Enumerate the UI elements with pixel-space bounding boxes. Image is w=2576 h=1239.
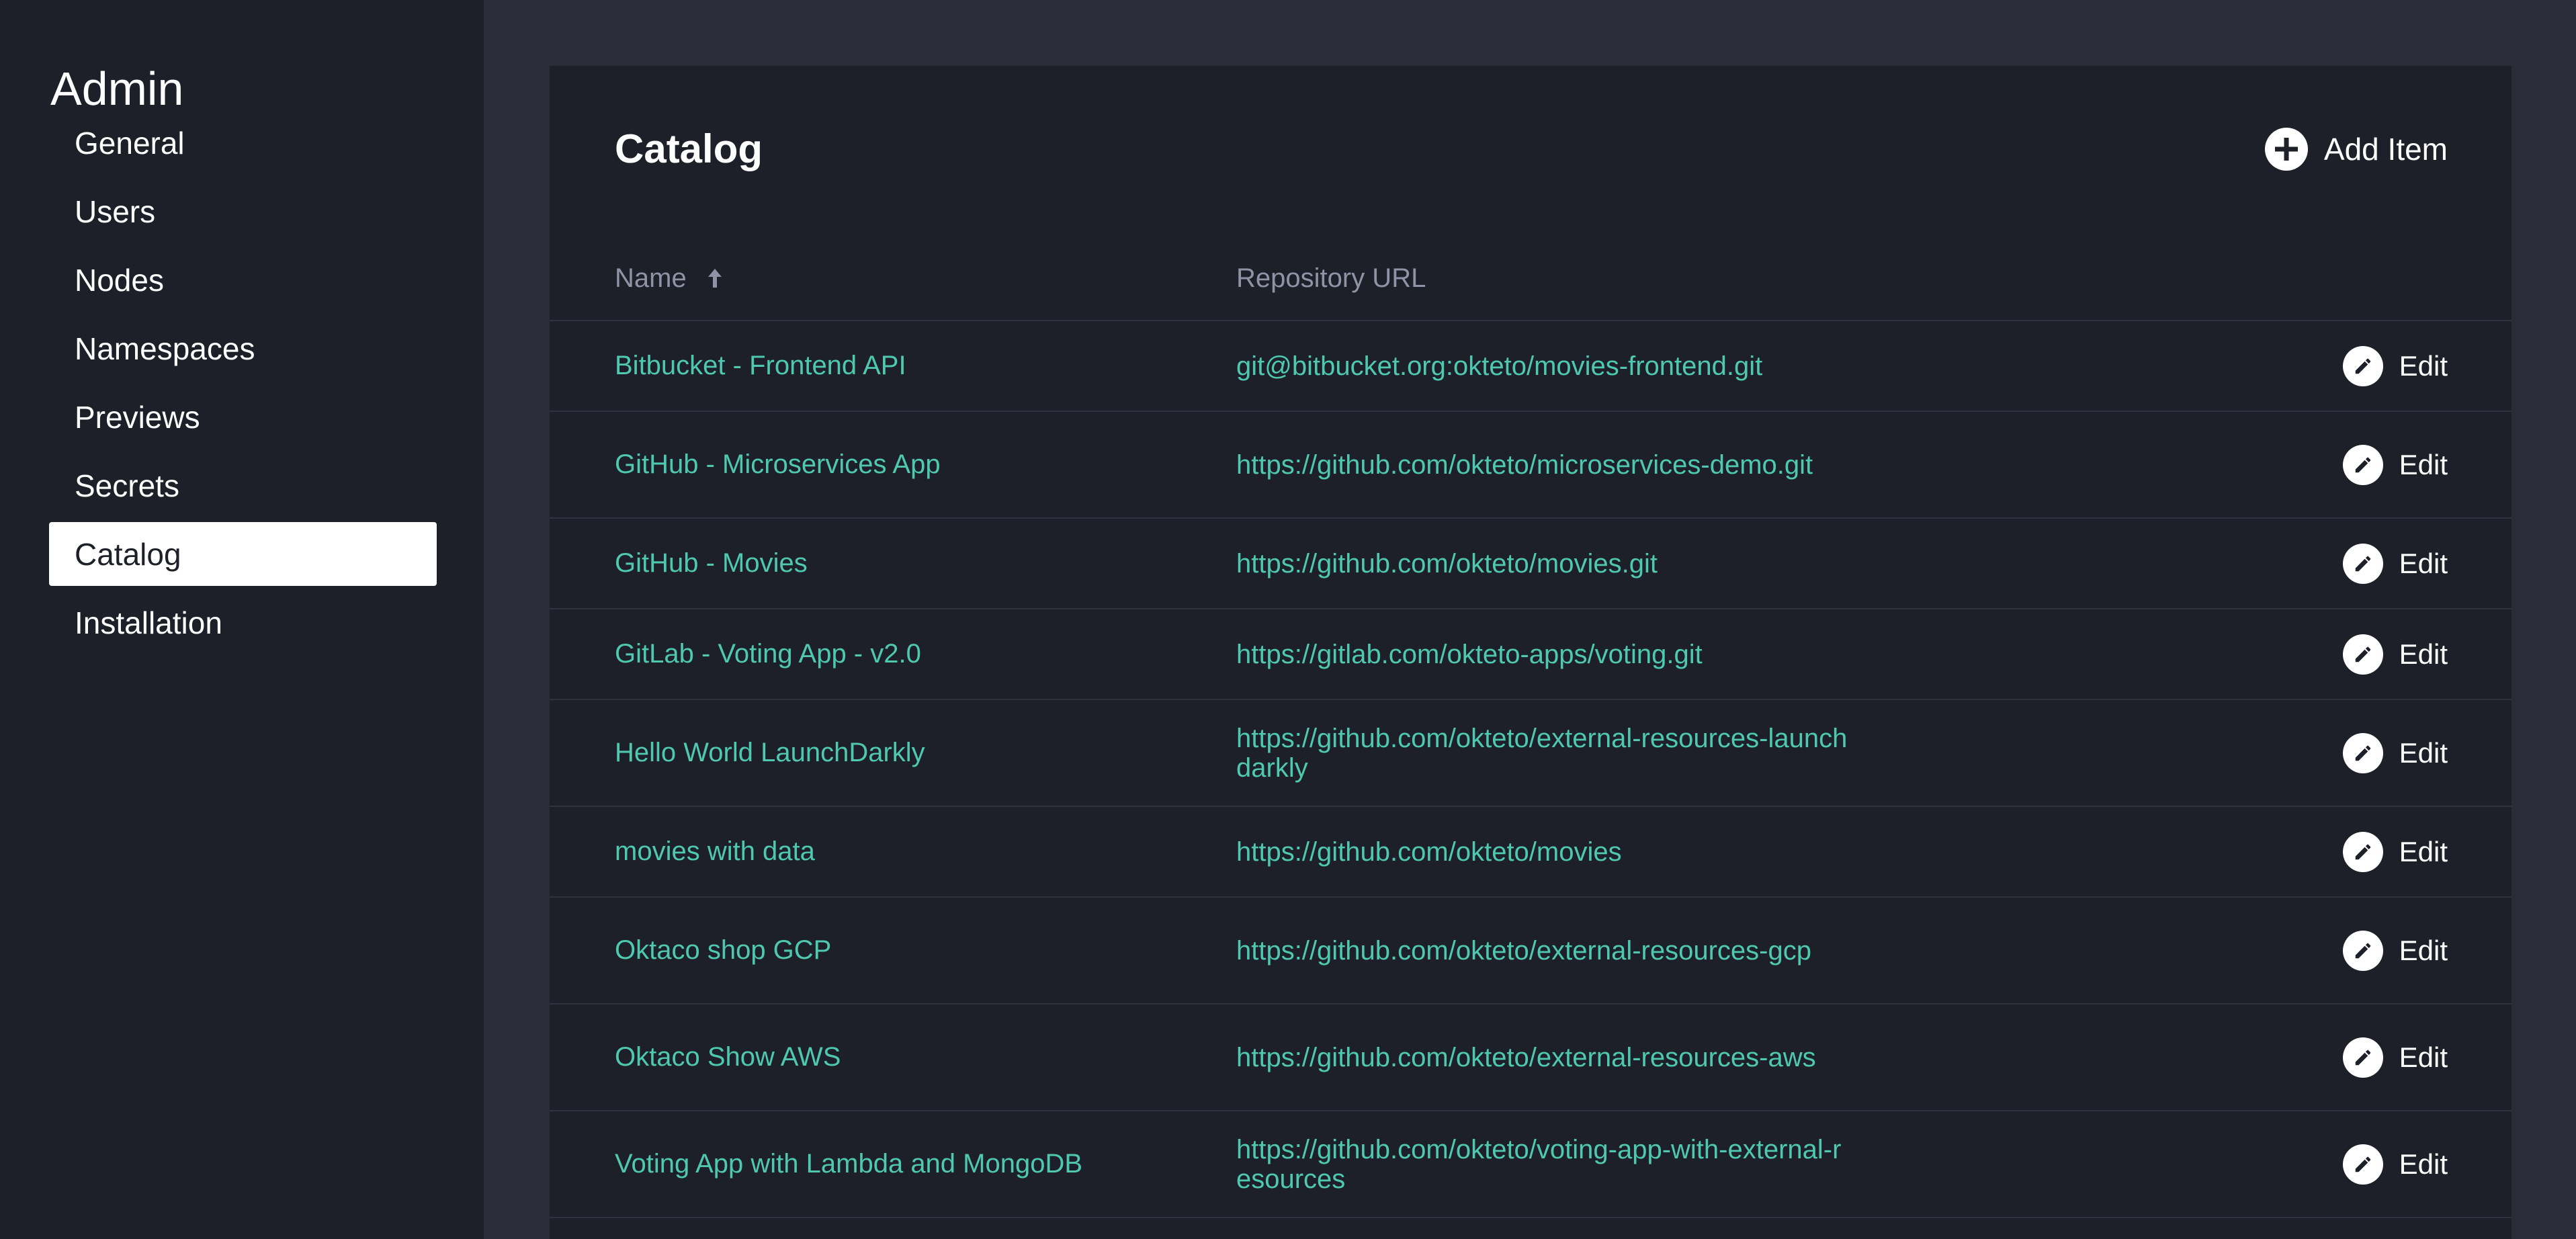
pencil-icon xyxy=(2342,444,2383,485)
edit-label: Edit xyxy=(2399,1148,2448,1180)
catalog-item-url[interactable]: https://github.com/okteto/movies.git xyxy=(1236,519,1854,608)
pencil-icon xyxy=(2342,345,2383,386)
table-row: Voting App with Lambda and MongoDB https… xyxy=(550,1111,2511,1218)
catalog-item-name[interactable]: Hello World LaunchDarkly xyxy=(615,700,925,806)
catalog-item-url[interactable]: https://gitlab.com/okteto-apps/voting.gi… xyxy=(1236,609,1854,699)
sidebar: Admin General Users Nodes Namespaces Pre… xyxy=(0,0,484,1239)
catalog-panel: Catalog Add Item Name Repository URL Bit… xyxy=(550,66,2511,1239)
edit-label: Edit xyxy=(2399,448,2448,480)
sidebar-item-namespaces[interactable]: Namespaces xyxy=(49,316,437,380)
catalog-item-name[interactable]: GitLab - Voting App - v2.0 xyxy=(615,609,921,699)
edit-button[interactable]: Edit xyxy=(2342,1144,2448,1185)
catalog-item-name[interactable]: Bitbucket - Frontend API xyxy=(615,321,906,411)
edit-label: Edit xyxy=(2399,547,2448,579)
plus-circle-icon xyxy=(2264,128,2308,171)
catalog-table-body: Bitbucket - Frontend API git@bitbucket.o… xyxy=(550,321,2511,1218)
table-row: GitHub - Microservices App https://githu… xyxy=(550,412,2511,519)
sidebar-item-general[interactable]: General xyxy=(49,111,437,175)
pencil-icon xyxy=(2342,543,2383,584)
catalog-item-url[interactable]: https://github.com/okteto/external-resou… xyxy=(1236,700,1854,806)
table-header: Name Repository URL xyxy=(550,254,2511,321)
catalog-item-url[interactable]: https://github.com/okteto/microservices-… xyxy=(1236,412,1854,517)
pencil-icon xyxy=(2342,1037,2383,1078)
sidebar-item-secrets[interactable]: Secrets xyxy=(49,454,437,517)
column-header-name-label: Name xyxy=(615,263,687,293)
sort-ascending-icon xyxy=(707,269,722,288)
edit-button[interactable]: Edit xyxy=(2342,831,2448,872)
sidebar-item-installation[interactable]: Installation xyxy=(49,591,437,654)
page-title: Catalog xyxy=(615,126,763,171)
edit-label: Edit xyxy=(2399,1041,2448,1073)
table-row: movies with data https://github.com/okte… xyxy=(550,807,2511,898)
table-row: GitHub - Movies https://github.com/oktet… xyxy=(550,519,2511,609)
pencil-icon xyxy=(2342,930,2383,971)
add-item-label: Add Item xyxy=(2323,132,2448,167)
catalog-item-name[interactable]: GitHub - Microservices App xyxy=(615,412,941,517)
sidebar-item-users[interactable]: Users xyxy=(49,179,437,243)
catalog-item-url[interactable]: https://github.com/okteto/external-resou… xyxy=(1236,1005,1854,1110)
edit-button[interactable]: Edit xyxy=(2342,444,2448,485)
pencil-icon xyxy=(2342,831,2383,872)
app-root: Admin General Users Nodes Namespaces Pre… xyxy=(0,0,2576,1239)
column-header-url: Repository URL xyxy=(1236,263,1426,293)
edit-button[interactable]: Edit xyxy=(2342,930,2448,971)
edit-label: Edit xyxy=(2399,736,2448,769)
sidebar-nav: General Users Nodes Namespaces Previews … xyxy=(49,111,437,659)
table-row: Oktaco shop GCP https://github.com/oktet… xyxy=(550,898,2511,1005)
catalog-item-name[interactable]: Oktaco Show AWS xyxy=(615,1005,841,1110)
edit-button[interactable]: Edit xyxy=(2342,345,2448,386)
table-row: GitLab - Voting App - v2.0 https://gitla… xyxy=(550,609,2511,700)
edit-label: Edit xyxy=(2399,835,2448,867)
edit-label: Edit xyxy=(2399,934,2448,966)
catalog-item-name[interactable]: Voting App with Lambda and MongoDB xyxy=(615,1111,1082,1217)
sidebar-item-nodes[interactable]: Nodes xyxy=(49,248,437,312)
edit-button[interactable]: Edit xyxy=(2342,543,2448,584)
table-row: Oktaco Show AWS https://github.com/oktet… xyxy=(550,1005,2511,1111)
catalog-item-name[interactable]: movies with data xyxy=(615,807,815,896)
table-row: Bitbucket - Frontend API git@bitbucket.o… xyxy=(550,321,2511,412)
catalog-item-url[interactable]: https://github.com/okteto/voting-app-wit… xyxy=(1236,1111,1854,1217)
edit-label: Edit xyxy=(2399,349,2448,382)
catalog-item-url[interactable]: https://github.com/okteto/external-resou… xyxy=(1236,898,1854,1003)
pencil-icon xyxy=(2342,1144,2383,1185)
catalog-item-url[interactable]: https://github.com/okteto/movies xyxy=(1236,807,1854,896)
edit-label: Edit xyxy=(2399,638,2448,670)
catalog-item-name[interactable]: Oktaco shop GCP xyxy=(615,898,831,1003)
pencil-icon xyxy=(2342,732,2383,773)
catalog-item-name[interactable]: GitHub - Movies xyxy=(615,519,808,608)
catalog-item-url[interactable]: git@bitbucket.org:okteto/movies-frontend… xyxy=(1236,321,1854,411)
table-row: Hello World LaunchDarkly https://github.… xyxy=(550,700,2511,807)
sidebar-item-previews[interactable]: Previews xyxy=(49,385,437,449)
edit-button[interactable]: Edit xyxy=(2342,732,2448,773)
sidebar-item-catalog[interactable]: Catalog xyxy=(49,522,437,586)
column-header-name[interactable]: Name xyxy=(615,254,724,302)
edit-button[interactable]: Edit xyxy=(2342,1037,2448,1078)
pencil-icon xyxy=(2342,634,2383,675)
edit-button[interactable]: Edit xyxy=(2342,634,2448,675)
sidebar-title: Admin xyxy=(50,62,184,115)
add-item-button[interactable]: Add Item xyxy=(2264,128,2448,171)
